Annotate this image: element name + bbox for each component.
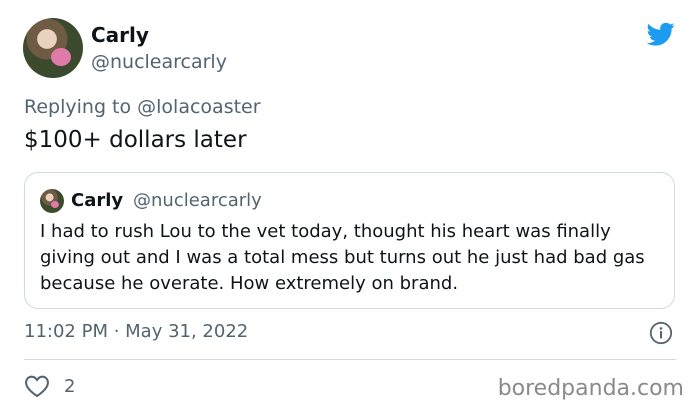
like-count: 2 bbox=[64, 375, 76, 397]
quoted-avatar bbox=[40, 189, 64, 213]
replying-mention-link[interactable]: @lolacoaster bbox=[137, 96, 260, 118]
like-button[interactable]: 2 bbox=[24, 373, 75, 399]
author-handle[interactable]: @nuclearcarly bbox=[91, 50, 227, 74]
quoted-avatar-flower bbox=[51, 201, 59, 208]
quoted-text: I had to rush Lou to the vet today, thou… bbox=[40, 221, 645, 294]
tweet-timestamp[interactable]: 11:02 PM · May 31, 2022 bbox=[24, 320, 248, 344]
twitter-bird-icon[interactable] bbox=[645, 20, 677, 48]
quoted-display-name: Carly bbox=[71, 190, 124, 211]
divider bbox=[24, 359, 676, 360]
author-display-name[interactable]: Carly bbox=[91, 22, 149, 48]
replying-prefix: Replying to bbox=[24, 96, 138, 118]
quoted-handle: @nuclearcarly bbox=[133, 190, 262, 211]
quoted-tweet[interactable]: Carly @nuclearcarly I had to rush Lou to… bbox=[24, 172, 675, 309]
tweet-card: Carly @nuclearcarly Replying to @lolacoa… bbox=[0, 0, 700, 413]
heart-icon[interactable] bbox=[24, 374, 50, 398]
avatar[interactable] bbox=[23, 18, 83, 78]
replying-to: Replying to @lolacoaster bbox=[24, 95, 261, 119]
avatar-flower bbox=[51, 48, 71, 66]
info-icon[interactable] bbox=[649, 321, 673, 345]
tweet-text: $100+ dollars later bbox=[24, 127, 247, 153]
watermark: boredpanda.com bbox=[497, 376, 684, 401]
